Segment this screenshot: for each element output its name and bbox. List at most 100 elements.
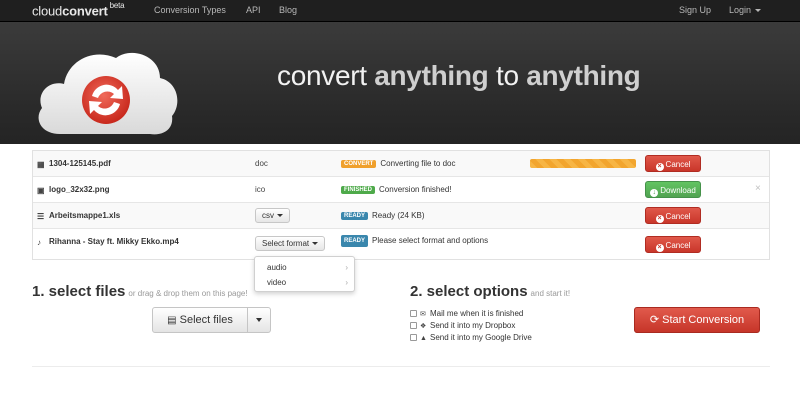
nav-sign-up[interactable]: Sign Up [679,5,711,15]
file-status: CONVERT Converting file to doc [341,159,456,168]
option-label: Send it into my Google Drive [430,333,532,342]
envelope-icon: ✉ [420,311,426,318]
image-file-icon: ▣ [37,186,45,195]
select-options-title: 2. select options [410,283,528,300]
format-dropdown-label: csv [262,211,274,220]
file-name-text: Arbeitsmappe1.xls [49,211,121,220]
progress-fill [530,159,636,168]
divider [32,366,770,367]
file-status: FINISHED Conversion finished! [341,185,452,194]
select-files-subtitle: or drag & drop them on this page! [128,289,248,298]
download-label: Download [660,186,696,195]
start-conversion-label: Start Conversion [662,314,745,326]
option-label: Send it into my Dropbox [430,321,516,330]
close-icon: × [655,215,664,223]
brand-bold: convert [62,3,108,19]
select-files-heading: 1. select files or drag & drop them on th… [32,283,248,300]
hero-title: convert anything to anything [277,60,641,92]
file-status: READY Please select format and options [341,235,511,247]
progress-bar [530,159,636,168]
menu-item-label: video [267,278,287,287]
select-files-button[interactable]: ▤ Select files [153,308,248,332]
menu-item-audio[interactable]: audio › [255,260,354,275]
google-drive-icon: ▲ [420,335,427,342]
status-badge: READY [341,235,369,247]
file-upload-icon: ▤ [167,315,177,326]
close-icon: × [655,244,664,252]
brand-logo[interactable]: cloudconvert beta [32,1,125,19]
status-text: Please select format and options [372,236,489,245]
menu-item-video[interactable]: video › [255,275,354,290]
nav-blog[interactable]: Blog [279,5,297,15]
cloud-download-icon: ↓ [650,189,659,197]
cancel-button[interactable]: × Cancel [645,207,701,224]
chevron-down-icon [256,318,262,322]
chevron-right-icon: › [345,263,348,272]
option-dropbox: ❖ Send it into my Dropbox [410,321,515,330]
chevron-down-icon [312,242,319,246]
nav-login[interactable]: Login [729,5,762,15]
target-format: doc [255,159,268,168]
cancel-button[interactable]: × Cancel [645,155,701,172]
brand-prefix: cloud [32,3,63,19]
dropbox-checkbox[interactable] [410,322,417,329]
status-text: Ready (24 KB) [372,211,425,220]
status-text: Converting file to doc [380,159,456,168]
file-name: ▣ logo_32x32.png [37,185,110,195]
file-row: ♪ Rihanna - Stay ft. Mikky Ekko.mp4 Selec… [33,229,769,261]
hero-word-anything-2: anything [526,60,641,91]
google-drive-checkbox[interactable] [410,334,417,341]
cancel-label: Cancel [665,160,691,169]
option-label: Mail me when it is finished [430,309,524,318]
cancel-button[interactable]: × Cancel [645,236,701,253]
cancel-label: Cancel [665,241,691,250]
select-options-heading: 2. select options and start it! [410,283,570,300]
hero-word-anything: anything [374,60,489,91]
file-name: ♪ Rihanna - Stay ft. Mikky Ekko.mp4 [37,237,179,247]
refresh-icon: ⟳ [649,314,660,326]
hero-word-to: to [495,60,519,91]
nav-conversion-types[interactable]: Conversion Types [154,5,226,15]
status-text: Conversion finished! [379,185,452,194]
chevron-down-icon [277,214,283,218]
status-badge: READY [341,212,369,220]
chevron-down-icon [755,9,762,13]
file-row: ▣ logo_32x32.png ico FINISHED Conversion f… [33,177,769,203]
chevron-right-icon: › [345,278,348,287]
select-options-subtitle: and start it! [530,289,571,298]
format-menu: audio › video › [254,256,355,292]
top-navbar: cloudconvert beta Conversion Types API Bl… [0,0,800,22]
select-files-title: 1. select files [32,283,126,300]
cloud-sync-icon [38,52,178,135]
file-name: ▦ 1304-125145.pdf [37,159,111,169]
brand-beta: beta [109,1,125,10]
dropbox-icon: ❖ [420,323,427,330]
mail-checkbox[interactable] [410,310,417,317]
target-format: ico [255,185,266,194]
file-name-text: 1304-125145.pdf [49,159,111,168]
list-file-icon: ☰ [37,212,45,221]
status-badge: CONVERT [341,160,377,168]
option-google-drive: ▲ Send it into my Google Drive [410,333,532,342]
nav-api[interactable]: API [246,5,261,15]
option-mail: ✉ Mail me when it is finished [410,309,523,318]
format-dropdown-label: Select format [262,239,310,248]
select-files-dropdown-toggle[interactable] [248,308,270,332]
status-badge: FINISHED [341,186,376,194]
dismiss-icon[interactable]: × [755,183,761,194]
download-button[interactable]: ↓ Download [645,181,701,198]
audio-file-icon: ♪ [37,238,41,247]
format-dropdown[interactable]: csv [255,208,290,223]
login-label: Login [729,5,752,15]
file-list: ▦ 1304-125145.pdf doc CONVERT Converting f… [32,150,770,260]
close-icon: × [655,163,664,171]
start-conversion-button[interactable]: ⟳ Start Conversion [634,307,760,333]
file-name-text: logo_32x32.png [49,185,110,194]
pdf-file-icon: ▦ [37,160,45,169]
file-name-text: Rihanna - Stay ft. Mikky Ekko.mp4 [49,237,179,246]
select-files-label: Select files [179,314,233,326]
file-status: READY Ready (24 KB) [341,211,424,220]
format-dropdown[interactable]: Select format [255,236,326,251]
file-name: ☰ Arbeitsmappe1.xls [37,211,121,221]
cancel-label: Cancel [665,212,691,221]
